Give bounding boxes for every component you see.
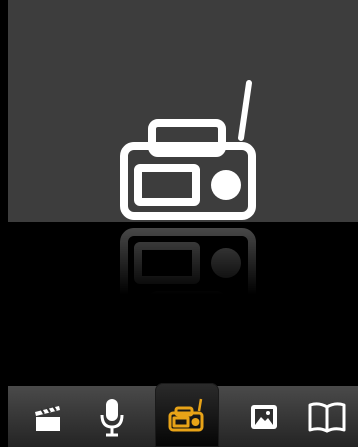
player-screen [0,0,358,447]
radio-dock-button[interactable] [155,383,219,447]
radio-icon [168,398,204,432]
photo-icon[interactable] [242,386,286,447]
app-dock [8,383,358,447]
radio-icon-reflection [108,220,268,295]
microphone-icon[interactable] [92,386,132,447]
clapperboard-icon[interactable] [26,386,70,447]
book-icon[interactable] [302,386,352,447]
radio-icon [108,78,268,228]
